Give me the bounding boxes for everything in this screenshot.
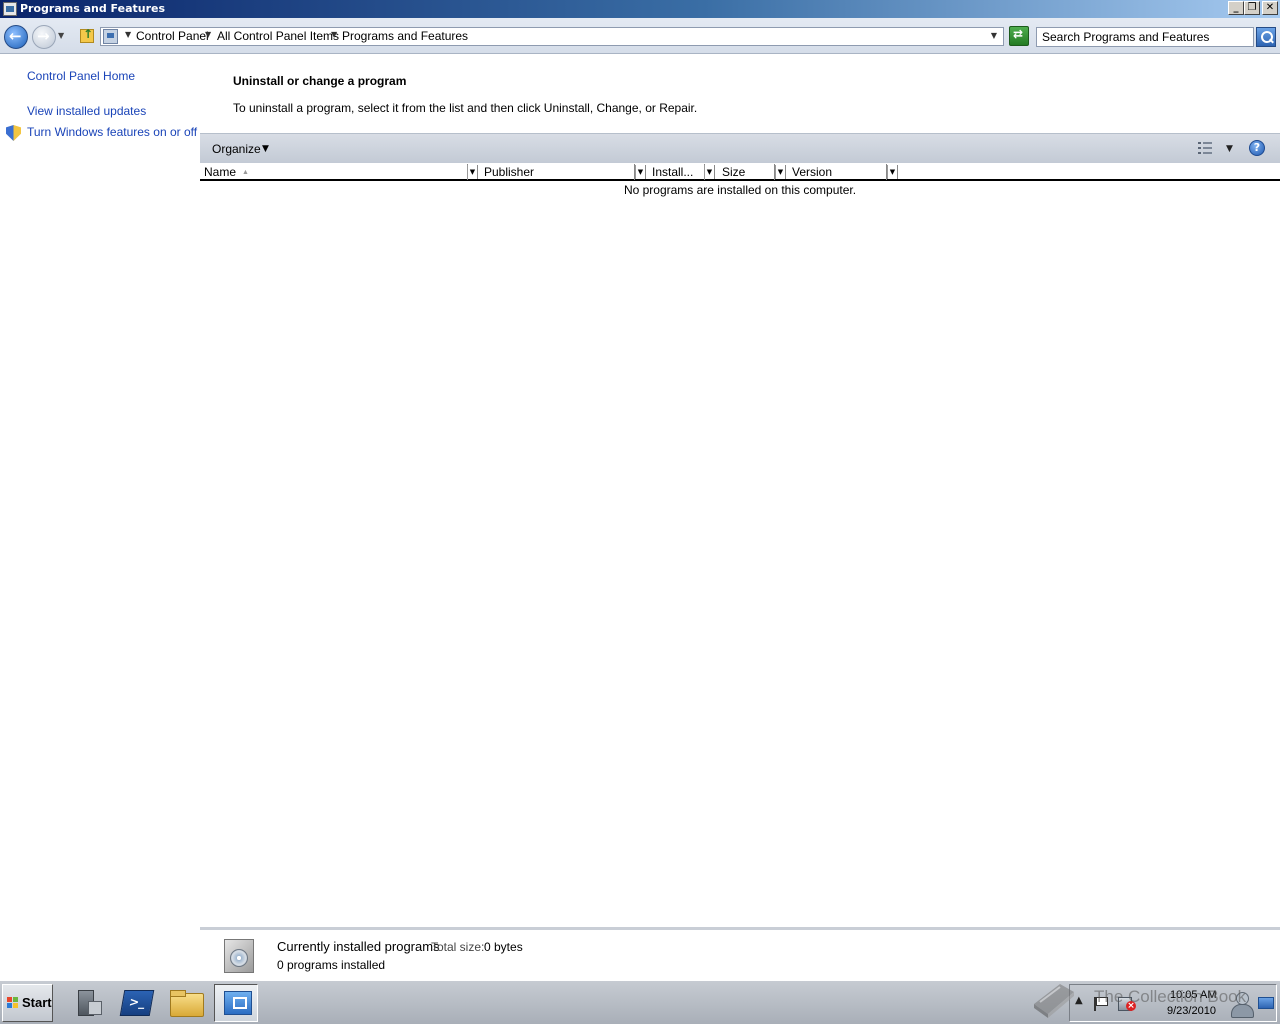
- breadcrumb-separator[interactable]: ▼: [205, 30, 211, 39]
- view-installed-updates-link[interactable]: View installed updates: [27, 104, 146, 118]
- minimize-button[interactable]: _: [1228, 1, 1244, 15]
- recent-pages-dropdown-icon[interactable]: ▼: [58, 31, 64, 40]
- details-title: Currently installed programs: [277, 939, 440, 954]
- close-button[interactable]: ✕: [1262, 1, 1278, 15]
- programs-count: 0 programs installed: [277, 958, 386, 972]
- turn-windows-features-link[interactable]: Turn Windows features on or off: [27, 125, 197, 139]
- column-header-label: Size: [722, 165, 746, 179]
- change-view-icon[interactable]: [1198, 142, 1212, 154]
- shield-icon: [6, 125, 21, 141]
- windows-logo-icon: [7, 997, 19, 1009]
- help-icon[interactable]: ?: [1249, 140, 1265, 156]
- control-panel-icon: [103, 29, 118, 44]
- programs-and-features-window: Programs and Features _ ❐ ✕ ▼ ▼ Control …: [0, 0, 1280, 980]
- column-filter-dropdown-icon[interactable]: ▼: [467, 165, 478, 179]
- notification-area: ▲ 10:05 AM 9/23/2010: [1069, 984, 1277, 1022]
- command-toolbar: Organize ▼ ▼ ?: [200, 133, 1280, 163]
- organize-button[interactable]: Organize: [212, 142, 261, 156]
- column-header-label: Install...: [652, 165, 694, 179]
- control-panel-icon[interactable]: [214, 984, 258, 1022]
- user-icon[interactable]: [1228, 990, 1254, 1018]
- column-filter-dropdown-icon[interactable]: ▼: [775, 165, 786, 179]
- powershell-icon[interactable]: [114, 984, 158, 1022]
- column-header-label: Publisher: [484, 165, 535, 179]
- page-title: Uninstall or change a program: [233, 74, 407, 88]
- server-manager-icon[interactable]: [66, 984, 110, 1022]
- column-header-version[interactable]: Version: [788, 164, 887, 180]
- restore-button[interactable]: ❐: [1244, 1, 1260, 15]
- breadcrumb-separator[interactable]: ▼: [125, 30, 131, 39]
- column-filter-dropdown-icon[interactable]: ▼: [704, 165, 715, 179]
- page-instructions: To uninstall a program, select it from t…: [233, 101, 698, 115]
- search-icon[interactable]: [1256, 27, 1276, 47]
- empty-list-message: No programs are installed on this comput…: [623, 183, 857, 197]
- forward-button[interactable]: [32, 25, 56, 49]
- taskbar: Start ▲ 10:05 AM 9/23/2010: [0, 980, 1280, 1024]
- action-center-flag-icon[interactable]: [1094, 997, 1108, 1011]
- sort-ascending-icon: ▲: [242, 169, 249, 176]
- breadcrumb-programs-and-features[interactable]: Programs and Features: [342, 29, 468, 44]
- details-pane: Currently installed programs Total size:…: [200, 927, 1280, 980]
- start-button[interactable]: Start: [2, 984, 53, 1022]
- programs-and-features-icon: [3, 2, 17, 16]
- column-filter-dropdown-icon[interactable]: ▼: [887, 165, 898, 179]
- column-headers: Name ▲ ▼ Publisher ▼ Install... ▼ Size ▼…: [200, 164, 1280, 181]
- navigation-bar: ▼ ▼ Control Panel ▼ All Control Panel It…: [0, 18, 1280, 54]
- breadcrumb-separator[interactable]: ▼: [331, 30, 337, 39]
- column-filter-dropdown-icon[interactable]: ▼: [635, 165, 646, 179]
- column-header-name[interactable]: Name ▲: [200, 164, 468, 180]
- total-size-label: Total size:: [431, 940, 485, 954]
- network-disconnected-icon[interactable]: [1118, 997, 1136, 1011]
- address-box[interactable]: ▼ Control Panel ▼ All Control Panel Item…: [100, 27, 1004, 46]
- windows-explorer-icon[interactable]: [164, 984, 208, 1022]
- views-dropdown-icon[interactable]: ▼: [1226, 144, 1233, 154]
- tasks-pane: Control Panel Home View installed update…: [0, 55, 198, 925]
- breadcrumb-all-control-panel-items[interactable]: All Control Panel Items: [217, 29, 339, 44]
- title-bar[interactable]: Programs and Features _ ❐ ✕: [0, 0, 1280, 18]
- address-history-dropdown-icon[interactable]: ▼: [991, 31, 997, 40]
- breadcrumb-control-panel[interactable]: Control Panel: [136, 29, 209, 44]
- column-header-installed-on[interactable]: Install...: [648, 164, 705, 180]
- clock-date[interactable]: 9/23/2010: [1167, 1005, 1216, 1017]
- column-header-label: Version: [792, 165, 833, 179]
- chevron-down-icon[interactable]: ▼: [262, 144, 269, 154]
- window-title: Programs and Features: [20, 2, 166, 15]
- installer-package-icon: [220, 933, 260, 975]
- column-header-publisher[interactable]: Publisher: [480, 164, 635, 180]
- refresh-icon[interactable]: [1009, 26, 1029, 46]
- control-panel-home-link[interactable]: Control Panel Home: [27, 69, 135, 83]
- up-level-icon[interactable]: [80, 27, 94, 43]
- show-hidden-icons-icon[interactable]: ▲: [1075, 995, 1083, 1006]
- show-desktop-icon[interactable]: [1258, 997, 1274, 1009]
- search-input[interactable]: Search Programs and Features: [1036, 27, 1254, 47]
- clock-time[interactable]: 10:05 AM: [1170, 989, 1216, 1001]
- total-size-value: 0 bytes: [484, 940, 523, 954]
- start-label: Start: [22, 995, 52, 1010]
- back-button[interactable]: [4, 25, 28, 49]
- column-header-size[interactable]: Size: [718, 164, 775, 180]
- column-header-label: Name: [204, 165, 237, 179]
